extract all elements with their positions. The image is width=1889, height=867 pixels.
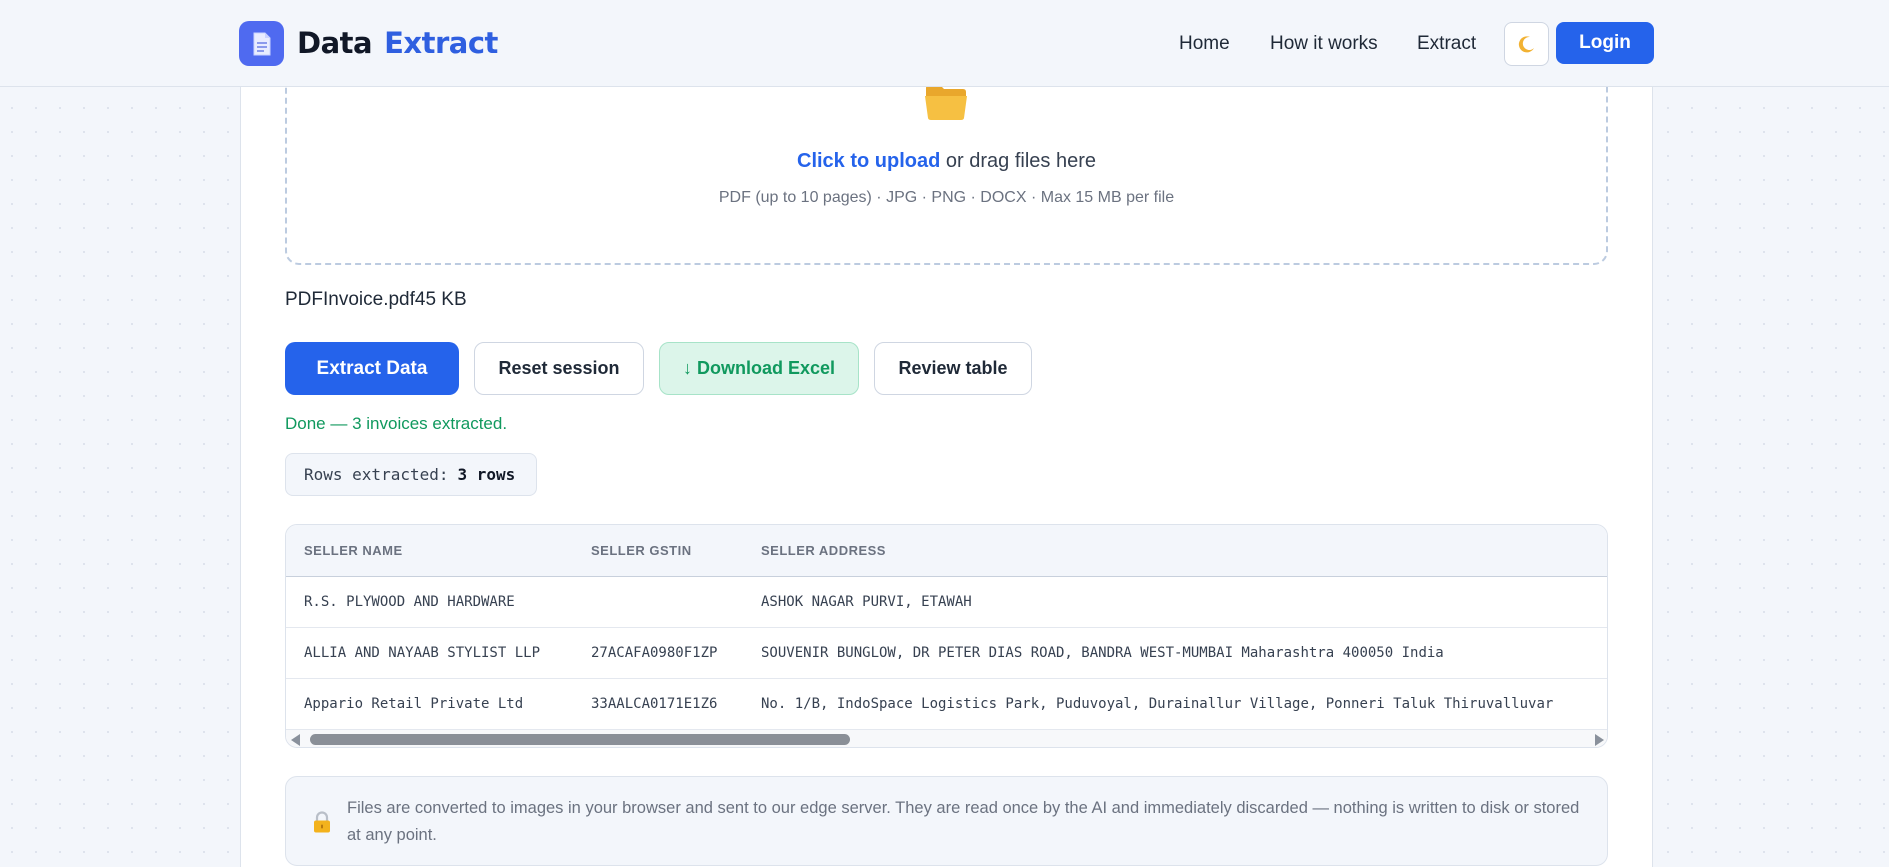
cell-seller-name: ALLIA AND NAYAAB STYLIST LLP: [304, 645, 541, 661]
top-navbar: Data Extract Home How it works Extract Lo…: [0, 0, 1889, 87]
review-table-button[interactable]: Review table: [874, 342, 1032, 395]
column-header-seller-address[interactable]: Seller Address: [761, 543, 1607, 561]
document-icon[interactable]: [239, 21, 284, 66]
table-row: Appario Retail Private Ltd 33AALCA0171E1…: [286, 679, 1607, 730]
folder-icon: [924, 82, 968, 122]
extract-data-button[interactable]: Extract Data: [285, 342, 459, 395]
theme-toggle-button[interactable]: [1504, 22, 1549, 66]
brand-logo[interactable]: Data Extract: [297, 24, 498, 62]
nav-extract[interactable]: Extract: [1417, 30, 1476, 58]
download-excel-button[interactable]: ↓ Download Excel: [659, 342, 859, 395]
table-row: ALLIA AND NAYAAB STYLIST LLP 27ACAFA0980…: [286, 628, 1607, 679]
nav-home[interactable]: Home: [1179, 30, 1230, 58]
horizontal-scrollbar[interactable]: [286, 730, 1607, 747]
upload-hint: PDF (up to 10 pages) · JPG · PNG · DOCX …: [718, 189, 1175, 206]
nav-how-it-works[interactable]: How it works: [1270, 30, 1378, 58]
brand-word-data: Data: [297, 26, 373, 60]
scroll-right-arrow-icon[interactable]: [1595, 734, 1604, 746]
upload-prompt: Click to upload or drag files here: [285, 150, 1608, 173]
rows-extracted-badge: Rows extracted: 3 rows: [285, 453, 537, 496]
cell-seller-name: Appario Retail Private Ltd: [304, 696, 524, 712]
privacy-notice: Files are converted to images in your br…: [285, 776, 1608, 866]
reset-session-button[interactable]: Reset session: [474, 342, 644, 395]
status-message: Done — 3 invoices extracted.: [285, 414, 508, 433]
column-header-seller-name[interactable]: Seller Name: [304, 543, 403, 561]
selected-file-name: PDFInvoice.pdf45 KB: [285, 289, 467, 310]
login-button[interactable]: Login: [1556, 22, 1654, 64]
cell-seller-name: R.S. PLYWOOD AND HARDWARE: [304, 594, 515, 610]
click-to-upload-link[interactable]: Click to upload: [797, 150, 940, 172]
column-header-seller-gstin[interactable]: Seller GSTIN: [591, 543, 692, 561]
scroll-left-arrow-icon[interactable]: [291, 734, 300, 746]
privacy-notice-text: Files are converted to images in your br…: [347, 799, 1580, 844]
lock-icon: [313, 811, 331, 833]
scrollbar-thumb[interactable]: [310, 734, 850, 745]
table-header: Seller Name Seller GSTIN Seller Address: [286, 525, 1607, 577]
cell-seller-address: No. 1/B, IndoSpace Logistics Park, Puduv…: [761, 696, 1554, 712]
drag-files-text: or drag files here: [940, 150, 1096, 172]
results-table: Seller Name Seller GSTIN Seller Address …: [285, 524, 1608, 748]
cell-seller-gstin: 27ACAFA0980F1ZP: [591, 645, 718, 661]
brand-word-extract: Extract: [384, 26, 498, 60]
table-row: R.S. PLYWOOD AND HARDWARE ASHOK NAGAR PU…: [286, 577, 1607, 628]
rows-extracted-label: Rows extracted:: [304, 465, 449, 484]
cell-seller-gstin: 33AALCA0171E1Z6: [591, 696, 718, 712]
moon-icon: [1518, 36, 1534, 53]
cell-seller-address: SOUVENIR BUNGLOW, DR PETER DIAS ROAD, BA…: [761, 645, 1444, 661]
cell-seller-address: ASHOK NAGAR PURVI, ETAWAH: [761, 594, 972, 610]
rows-extracted-value: 3 rows: [457, 465, 516, 484]
